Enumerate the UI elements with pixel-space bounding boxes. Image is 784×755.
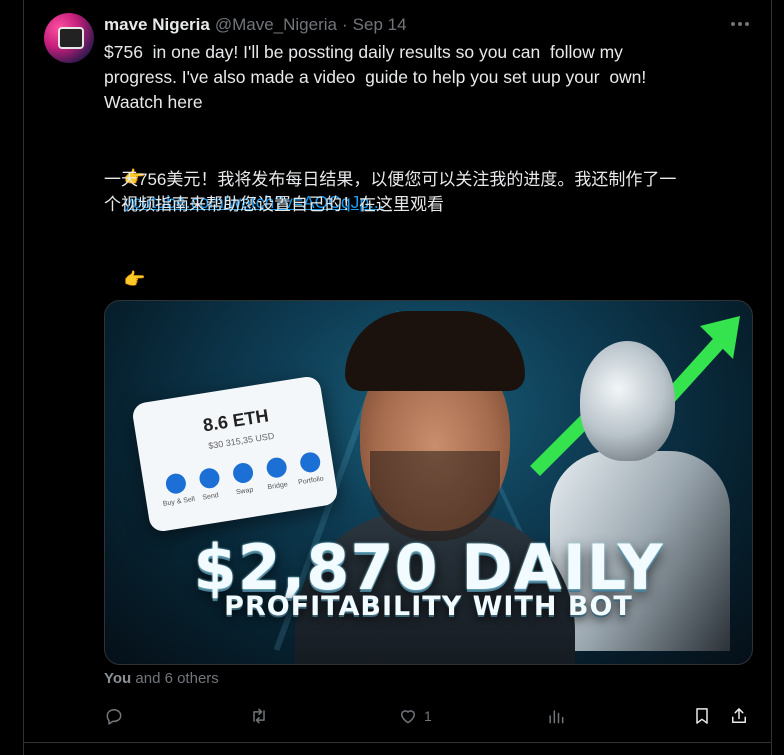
reply-button[interactable] [104,706,124,726]
separator: · [341,15,348,34]
robot-head [580,341,675,461]
tweet-text-line: progress. I've also made a video guide t… [104,67,647,87]
share-icon [732,708,746,723]
card-action-label: Portfolio [297,475,325,487]
liked-by-you: You [104,670,132,687]
share-button[interactable] [729,706,749,726]
send-icon [198,466,221,490]
card-action-label: Buy & Sell [162,495,196,508]
bookmark-icon [696,708,708,724]
portfolio-icon [298,450,322,474]
retweet-icon [253,708,265,724]
bridge-icon [265,456,289,480]
tweet-actions: 1 [104,706,754,730]
retweet-button[interactable] [249,706,269,726]
buy-sell-icon [164,472,188,496]
like-button[interactable]: 1 [398,706,432,726]
link-line: 👉 youtube.com/watch?v=AOCqJp... [104,140,744,212]
avatar[interactable] [44,13,94,63]
user-handle[interactable]: @Mave_Nigeria [215,15,337,35]
tweet-text: $756 in one day! I'll be possting daily … [104,40,744,314]
tweet-text-line-cn: 一天756美元！我将发布每日结果，以便您可以关注我的进度。我还制作了一 [104,170,677,189]
tweet-image[interactable]: 8.6 ETH $30 315,35 USD Buy & Sell Send S… [104,300,753,665]
cn-link-line: 👉 ... [104,242,744,314]
card-action-label: Swap [235,486,254,497]
views-button[interactable] [546,706,566,726]
image-subheadline: PROFITABILITY WITH BOT [224,591,633,622]
tweet-text-line-cn: 个视频指南来帮助您设置自己的！在这里观看 [104,195,444,214]
reply-icon [106,709,122,725]
analytics-icon [549,710,564,724]
liked-by[interactable]: You and 6 others [104,670,219,687]
display-name[interactable]: mave Nigeria [104,15,210,35]
wallet-card: 8.6 ETH $30 315,35 USD Buy & Sell Send S… [131,374,339,534]
tweet-date[interactable]: Sep 14 [353,15,407,35]
divider [24,742,771,743]
like-count: 1 [424,708,432,724]
pointing-hand-emoji: 👉 [123,269,146,289]
liked-by-others: and 6 others [135,670,219,687]
card-action-label: Bridge [267,481,289,492]
swap-icon [231,461,255,485]
tweet-text-line: Waatch here [104,92,203,112]
tweet-text-line: $756 in one day! I'll be possting daily … [104,42,623,62]
heart-icon [401,710,415,724]
card-action-label: Send [201,492,220,502]
more-options-icon[interactable] [725,14,755,34]
bookmark-button[interactable] [692,706,712,726]
tweet-header: mave Nigeria @Mave_Nigeria · Sep 14 [104,14,407,36]
